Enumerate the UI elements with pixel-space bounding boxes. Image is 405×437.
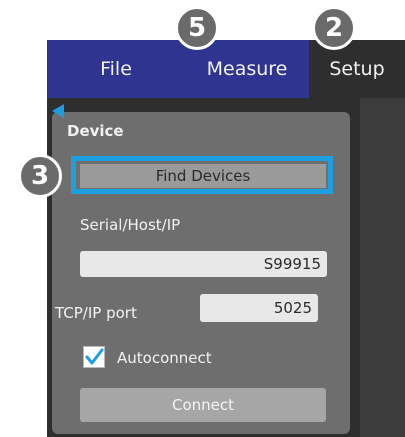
- tab-file-label: File: [100, 58, 132, 80]
- serial-host-ip-input[interactable]: S99915: [80, 251, 327, 277]
- tcp-port-value: 5025: [273, 299, 312, 317]
- connect-label: Connect: [171, 396, 235, 414]
- tcp-port-label: TCP/IP port: [55, 304, 137, 322]
- serial-host-ip-label: Serial/Host/IP: [80, 216, 181, 234]
- tcp-port-input[interactable]: 5025: [200, 294, 318, 322]
- tab-setup[interactable]: Setup: [309, 40, 405, 98]
- callout-badge-setup: 2: [312, 6, 356, 50]
- tab-setup-label: Setup: [329, 58, 385, 80]
- serial-host-ip-value: S99915: [263, 255, 321, 273]
- app-window: File Measure Setup Device Find Devices S…: [47, 40, 405, 437]
- autoconnect-checkbox[interactable]: [83, 346, 105, 368]
- menu-bar: File Measure Setup: [47, 40, 405, 98]
- side-area: [360, 98, 405, 437]
- callout-badge-measure: 5: [175, 6, 219, 50]
- tab-file[interactable]: File: [47, 40, 185, 98]
- tab-measure-label: Measure: [206, 58, 288, 80]
- section-title-device: Device: [67, 122, 124, 140]
- checkmark-icon: [85, 348, 104, 365]
- find-devices-button[interactable]: Find Devices: [80, 164, 326, 188]
- collapse-arrow-icon[interactable]: [52, 104, 64, 118]
- callout-badge-find-devices: 3: [18, 154, 62, 198]
- autoconnect-label: Autoconnect: [117, 349, 212, 367]
- find-devices-label: Find Devices: [155, 167, 251, 185]
- connect-button[interactable]: Connect: [80, 388, 326, 422]
